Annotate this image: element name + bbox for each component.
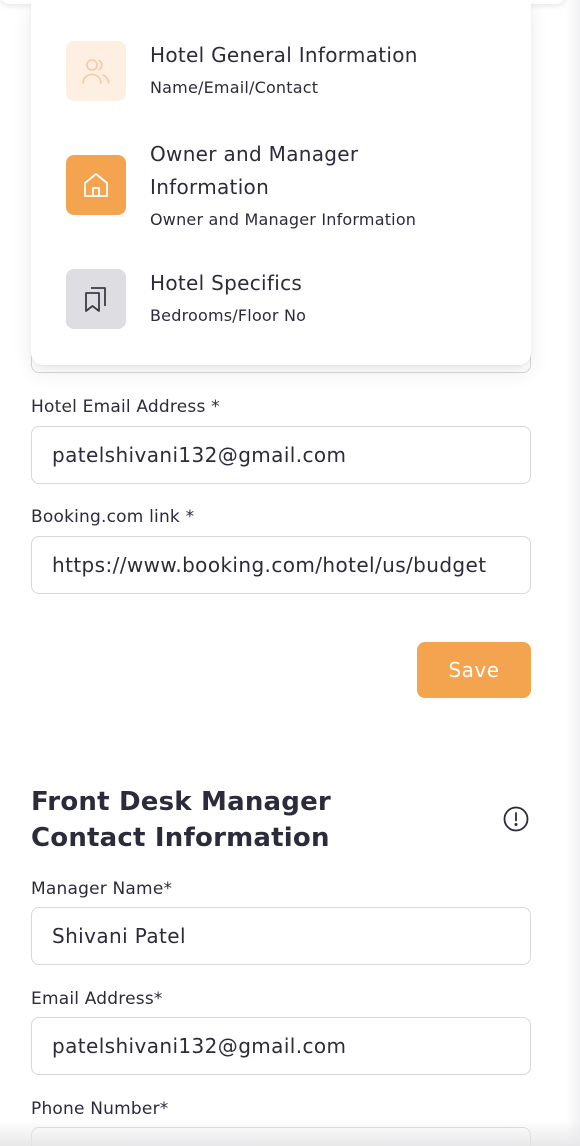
manager-name-label: Manager Name* [31, 879, 173, 899]
form-stepper-dropdown: Hotel General Information Name/Email/Con… [31, 0, 531, 365]
manager-name-field[interactable]: Shivani Patel [31, 907, 531, 965]
phone-number-label: Phone Number* [31, 1099, 169, 1119]
booking-link-field[interactable]: https://www.booking.com/hotel/us/budget [31, 536, 531, 594]
info-icon[interactable] [503, 806, 529, 832]
manager-email-value: patelshivani132@gmail.com [52, 1034, 347, 1058]
hotel-email-value: patelshivani132@gmail.com [52, 443, 347, 467]
manager-email-label: Email Address* [31, 989, 163, 1009]
scroll-edge [566, 0, 580, 1146]
step-title-line-2: Information [150, 175, 270, 199]
step-subtitle: Name/Email/Contact [150, 78, 319, 97]
booking-link-value: https://www.booking.com/hotel/us/budget [52, 553, 487, 577]
bookmarks-icon [66, 269, 126, 329]
hotel-email-label: Hotel Email Address * [31, 397, 220, 417]
step-title: Hotel General Information [150, 43, 418, 67]
step-hotel-general-information[interactable]: Hotel General Information Name/Email/Con… [66, 41, 418, 101]
users-icon [66, 41, 126, 101]
save-button[interactable]: Save [417, 642, 531, 698]
home-icon [66, 155, 126, 215]
step-hotel-specifics[interactable]: Hotel Specifics Bedrooms/Floor No [66, 269, 306, 329]
step-subtitle: Owner and Manager Information [150, 210, 417, 229]
manager-email-field[interactable]: patelshivani132@gmail.com [31, 1017, 531, 1075]
step-title-line-1: Owner and Manager [150, 142, 359, 166]
step-subtitle: Bedrooms/Floor No [150, 306, 307, 325]
hotel-email-field[interactable]: patelshivani132@gmail.com [31, 426, 531, 484]
manager-name-value: Shivani Patel [52, 924, 186, 948]
bottom-fade [0, 1120, 580, 1146]
front-desk-section-title: Front Desk Manager Contact Information [31, 787, 331, 853]
booking-link-label: Booking.com link * [31, 507, 195, 527]
step-title: Hotel Specifics [150, 271, 303, 295]
step-owner-manager-information[interactable]: Owner and Manager Information Owner and … [66, 138, 416, 231]
page: Hotel General Information Name/Email/Con… [0, 0, 580, 1146]
